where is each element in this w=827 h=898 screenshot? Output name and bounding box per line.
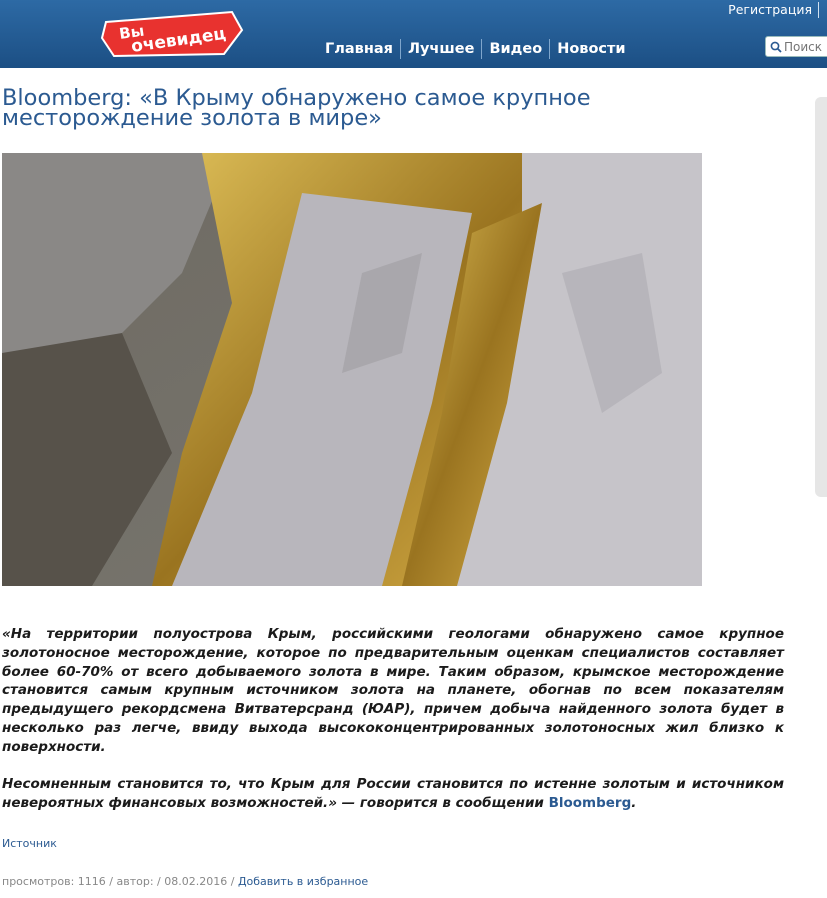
site-header: Вы очевидец Регистрация Главная Лучшее В… [0,0,827,68]
nav-item-best[interactable]: Лучшее [399,39,482,59]
article-title: Bloomberg: «В Крыму обнаружено самое кру… [2,85,591,131]
nav-item-home[interactable]: Главная [318,39,400,59]
meta-separator: / [105,875,117,888]
paragraph-2-text: Несомненным становится то, что Крым для … [2,776,784,812]
paragraph-2-end: . [631,795,637,812]
search-box[interactable] [765,36,827,57]
article-body: «На территории полуострова Крым, российс… [2,625,784,813]
publish-date: 08.02.2016 [164,875,228,888]
article-photo [2,153,702,586]
views-count: 1116 [77,875,106,888]
article-meta: просмотров: 1116 / автор: / 08.02.2016 /… [2,875,368,888]
source-link[interactable]: Источник [2,837,57,850]
nav-item-news[interactable]: Новости [549,39,632,59]
search-input[interactable] [784,38,827,55]
register-link[interactable]: Регистрация [728,2,819,18]
add-favorite-link[interactable]: Добавить в избранное [238,875,368,888]
bloomberg-link[interactable]: Bloomberg [549,795,632,811]
meta-separator: / [227,875,238,888]
nav-item-video[interactable]: Видео [481,39,549,59]
logo[interactable]: Вы очевидец [100,8,246,60]
paragraph-2: Несомненным становится то, что Крым для … [2,775,784,813]
search-icon[interactable] [770,41,782,53]
author-label: автор: [116,875,158,888]
paragraph-1: «На территории полуострова Крым, российс… [2,626,784,755]
main-nav: Главная Лучшее Видео Новости [318,39,633,59]
scrollbar[interactable] [815,97,827,497]
views-label: просмотров: [2,875,78,888]
